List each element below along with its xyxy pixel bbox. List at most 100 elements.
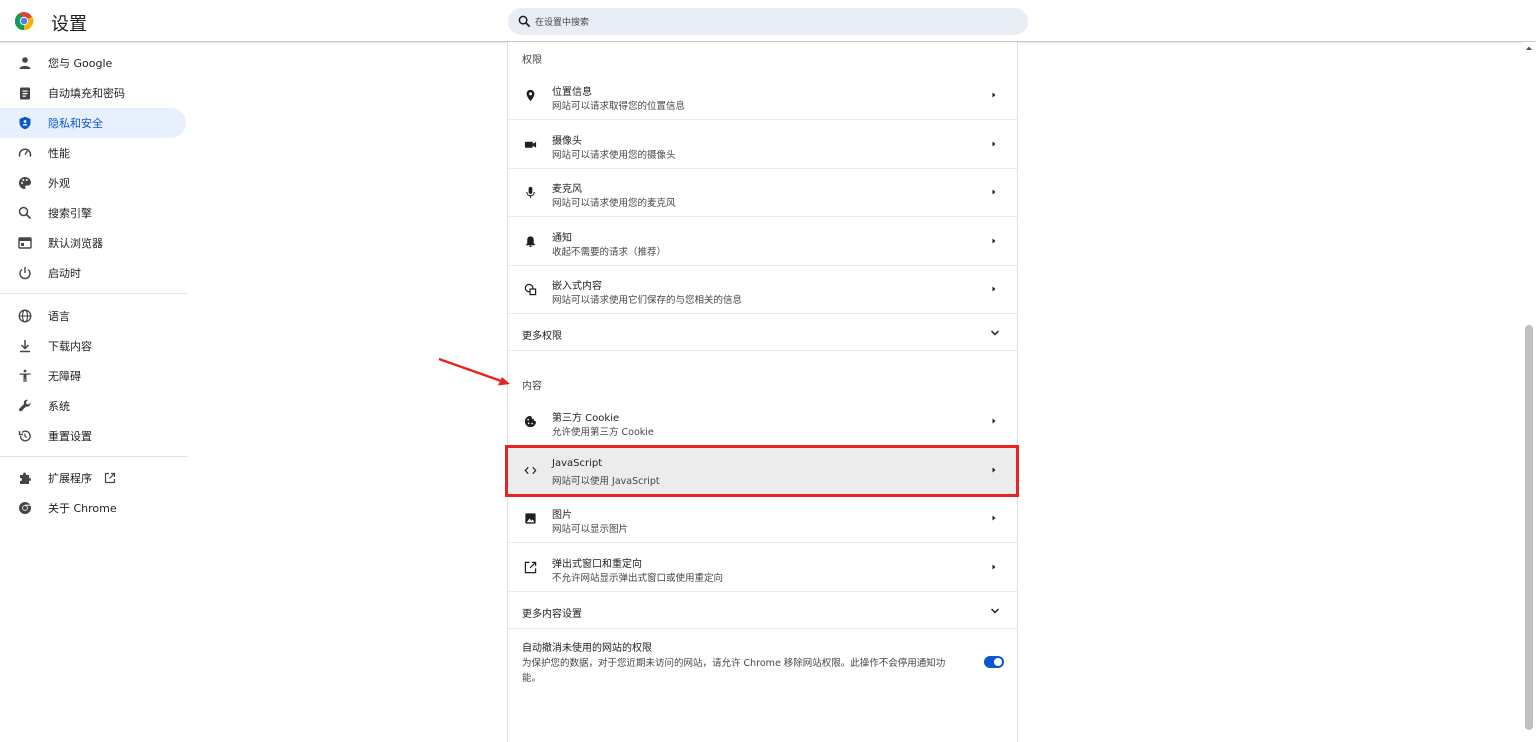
sidebar-item-label: 下载内容 <box>48 340 92 353</box>
sidebar-item-label: 您与 Google <box>48 57 113 70</box>
sidebar-item-label: 扩展程序 <box>48 472 92 485</box>
download-icon <box>17 338 33 354</box>
setting-row-location[interactable]: 位置信息 网站可以请求取得您的位置信息 <box>508 72 1017 120</box>
search-placeholder: 在设置中搜索 <box>535 18 590 28</box>
open-in-new-icon <box>523 560 538 575</box>
browser-icon <box>17 235 33 251</box>
setting-subtitle: 网站可以使用 JavaScript <box>552 476 660 487</box>
more-permissions-expander[interactable]: 更多权限 <box>508 315 1017 351</box>
setting-row-third-party-cookies[interactable]: 第三方 Cookie 允许使用第三方 Cookie <box>508 398 1017 446</box>
cookie-icon <box>523 414 538 429</box>
settings-panel: 权限 位置信息 网站可以请求取得您的位置信息 摄像头 网站可以请求使用您的摄像头… <box>507 42 1018 742</box>
image-icon <box>523 511 538 526</box>
arrow-right-icon <box>992 189 996 195</box>
setting-subtitle: 网站可以请求使用您的摄像头 <box>552 150 676 161</box>
bell-icon <box>523 234 538 249</box>
power-icon <box>17 265 33 281</box>
chevron-down-icon <box>990 330 1000 336</box>
arrow-right-icon <box>992 515 996 521</box>
sidebar-item-label: 默认浏览器 <box>48 237 103 250</box>
sidebar-item-privacy[interactable]: 隐私和安全 <box>0 108 186 138</box>
search-input[interactable]: 在设置中搜索 <box>508 8 1028 35</box>
setting-subtitle: 允许使用第三方 Cookie <box>552 427 654 438</box>
search-icon <box>518 15 531 28</box>
setting-title: 图片 <box>552 510 572 521</box>
setting-row-notifications[interactable]: 通知 收起不需要的请求（推荐） <box>508 218 1017 266</box>
sidebar-item-label: 关于 Chrome <box>48 502 117 515</box>
shield-icon <box>17 115 33 131</box>
setting-subtitle: 不允许网站显示弹出式窗口或使用重定向 <box>552 573 724 584</box>
toggle-knob <box>994 658 1002 666</box>
location-icon <box>523 88 538 103</box>
setting-title: 弹出式窗口和重定向 <box>552 559 642 570</box>
sidebar-item-label: 隐私和安全 <box>48 117 103 130</box>
sidebar-item-system[interactable]: 系统 <box>0 391 186 421</box>
sidebar-item-label: 无障碍 <box>48 370 81 383</box>
sidebar-item-label: 外观 <box>48 177 70 190</box>
sidebar-item-label: 语言 <box>48 310 70 323</box>
top-bar: 设置 在设置中搜索 <box>0 0 1536 42</box>
scrollbar-thumb[interactable] <box>1525 325 1533 730</box>
sidebar-item-performance[interactable]: 性能 <box>0 138 186 168</box>
sidebar-item-downloads[interactable]: 下载内容 <box>0 331 186 361</box>
sidebar-item-accessibility[interactable]: 无障碍 <box>0 361 186 391</box>
setting-title: 通知 <box>552 233 572 244</box>
sidebar-item-search-engine[interactable]: 搜索引擎 <box>0 198 186 228</box>
setting-title: JavaScript <box>552 458 603 469</box>
arrow-right-icon <box>992 92 996 98</box>
sidebar-item-label: 搜索引擎 <box>48 207 92 220</box>
auto-revoke-description: 为保护您的数据，对于您近期未访问的网站，请允许 Chrome 移除网站权限。此操… <box>522 658 946 684</box>
setting-title: 麦克风 <box>552 184 582 195</box>
globe-icon <box>17 308 33 324</box>
setting-title: 第三方 Cookie <box>552 413 620 424</box>
sidebar-item-default-browser[interactable]: 默认浏览器 <box>0 228 186 258</box>
setting-row-microphone[interactable]: 麦克风 网站可以请求使用您的麦克风 <box>508 169 1017 217</box>
sidebar-item-about-chrome[interactable]: 关于 Chrome <box>0 493 186 523</box>
auto-revoke-toggle[interactable] <box>984 656 1004 668</box>
sidebar-item-autofill[interactable]: 自动填充和密码 <box>0 78 186 108</box>
arrow-right-icon <box>992 564 996 570</box>
arrow-right-icon <box>992 467 996 473</box>
setting-row-embedded-content[interactable]: 嵌入式内容 网站可以请求使用它们保存的与您相关的信息 <box>508 266 1017 314</box>
setting-row-images[interactable]: 图片 网站可以显示图片 <box>508 495 1017 543</box>
wrench-icon <box>17 398 33 414</box>
speedometer-icon <box>17 145 33 161</box>
expander-label: 更多内容设置 <box>522 609 582 620</box>
arrow-right-icon <box>992 238 996 244</box>
setting-subtitle: 收起不需要的请求（推荐） <box>552 247 667 258</box>
more-content-settings-expander[interactable]: 更多内容设置 <box>508 593 1017 629</box>
accessibility-icon <box>17 368 33 384</box>
sidebar-divider <box>0 456 188 457</box>
arrow-right-icon <box>992 418 996 424</box>
setting-row-javascript[interactable]: JavaScript 网站可以使用 JavaScript <box>508 447 1017 495</box>
chevron-down-icon <box>990 608 1000 614</box>
sidebar-item-languages[interactable]: 语言 <box>0 301 186 331</box>
sidebar-item-extensions[interactable]: 扩展程序 <box>0 463 186 493</box>
sidebar-item-on-startup[interactable]: 启动时 <box>0 258 186 288</box>
scroll-up-icon[interactable] <box>1525 44 1533 52</box>
puzzle-icon <box>17 470 33 486</box>
embedded-content-icon <box>523 282 538 297</box>
arrow-right-icon <box>992 286 996 292</box>
section-title-permissions: 权限 <box>522 55 542 66</box>
sidebar-item-label: 系统 <box>48 400 70 413</box>
section-title-content: 内容 <box>522 381 542 392</box>
sidebar-divider <box>0 293 188 294</box>
sidebar-item-you-and-google[interactable]: 您与 Google <box>0 48 186 78</box>
setting-row-popups[interactable]: 弹出式窗口和重定向 不允许网站显示弹出式窗口或使用重定向 <box>508 544 1017 592</box>
sidebar-item-appearance[interactable]: 外观 <box>0 168 186 198</box>
sidebar-item-label: 性能 <box>48 147 70 160</box>
camera-icon <box>523 137 538 152</box>
annotation-arrow-icon <box>438 357 510 386</box>
sidebar-item-label: 重置设置 <box>48 430 92 443</box>
sidebar-item-reset[interactable]: 重置设置 <box>0 421 186 451</box>
open-in-new-icon <box>104 472 116 484</box>
setting-row-camera[interactable]: 摄像头 网站可以请求使用您的摄像头 <box>508 121 1017 169</box>
expander-label: 更多权限 <box>522 331 562 342</box>
page-scrollbar[interactable] <box>1522 42 1536 737</box>
microphone-icon <box>523 185 538 200</box>
clipboard-icon <box>17 85 33 101</box>
sidebar-item-label: 自动填充和密码 <box>48 87 125 100</box>
setting-title: 位置信息 <box>552 87 592 98</box>
reset-icon <box>17 428 33 444</box>
